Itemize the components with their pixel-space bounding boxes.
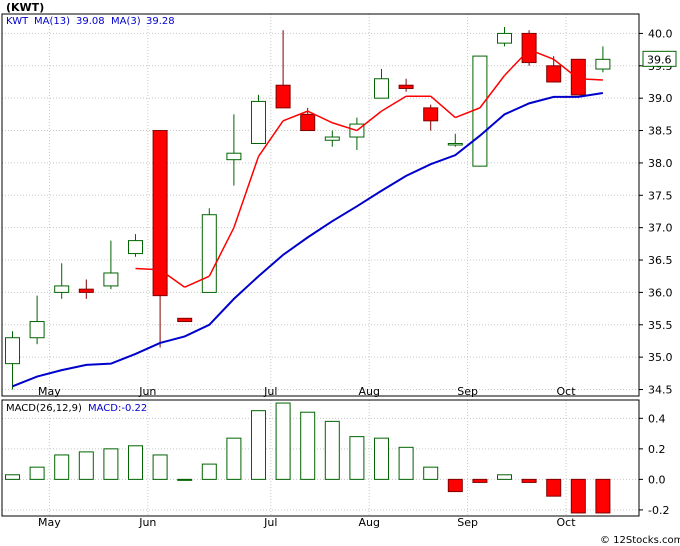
macd-bar [546,478,562,497]
price-tick-label: 39.0 [648,92,673,105]
macd-bar [54,454,70,480]
x-tick-label: May [38,385,61,398]
chart-title: (KWT) [6,1,44,14]
macd-bar [423,466,439,480]
price-tick-label: 35.0 [648,351,673,364]
price-tick-label: 37.0 [648,222,673,235]
current-price-badge: 39.6 [642,50,677,67]
macd-bar [152,454,168,480]
macd-bar [29,466,45,480]
x-tick-label: May [38,516,61,529]
candle [521,30,537,66]
candle-body [251,100,266,144]
macd-tick-label: 0.0 [648,473,666,486]
price-tick-label: 40.0 [648,27,673,40]
legend-ticker: KWT [6,16,29,27]
candle-body [5,337,20,365]
macd-tick-label: 0.4 [648,412,666,425]
macd-legend-value: MACD:-0.22 [88,403,147,414]
candle [251,94,266,144]
candle-body [128,240,143,255]
candle-body [472,55,488,167]
current-price-label: 39.6 [647,53,672,66]
price-tick-label: 36.5 [648,254,673,267]
price-tick-label: 35.5 [648,319,673,332]
x-tick-label: Jul [263,385,277,398]
candle-body [300,113,316,132]
candle-body [275,84,291,109]
legend-ma13-label: MA(13) [34,16,70,27]
macd-bar [78,451,94,480]
candle-body [177,317,193,323]
macd-bar [497,474,512,480]
candle-body [570,58,586,96]
candle-body [78,288,94,293]
price-tick-label: 37.5 [648,189,673,202]
legend-ma3-value: 39.28 [146,16,175,27]
candle-body [103,272,119,287]
x-tick-label: Jun [138,516,156,529]
x-tick-label: Oct [556,385,576,398]
candle-body [447,142,463,146]
macd-bar [324,420,340,480]
candle-body [497,32,512,44]
x-tick-label: Sep [457,516,478,529]
macd-bar [177,478,193,481]
candle-body [54,285,70,293]
price-tick-label: 36.0 [648,286,673,299]
candle-body [521,32,537,64]
price-tick-label: 34.5 [648,384,673,397]
macd-bar [398,446,414,480]
macd-bar [521,478,537,483]
x-tick-label: Aug [358,385,379,398]
candle-body [226,152,242,161]
macd-bar [226,437,242,480]
candle [472,55,488,167]
candle-body [546,65,562,83]
macd-bar [128,445,143,480]
x-tick-label: Sep [457,385,478,398]
candle [201,208,217,293]
candle-body [595,58,611,70]
candle-body [374,78,389,99]
candle [177,317,193,323]
macd-bar [201,463,217,480]
macd-bar [300,411,316,480]
candle-body [152,130,168,297]
macd-bar [472,478,488,483]
macd-bar [374,437,389,480]
macd-tick-label: -0.2 [648,504,669,517]
watermark: © 12Stocks.com [600,535,680,546]
price-tick-label: 38.0 [648,157,673,170]
x-tick-label: Oct [556,516,576,529]
macd-tick-label: 0.2 [648,443,666,456]
stock-chart: (KWT) 34.5 35.0 35.5 36.0 36.5 37.0 37.5 38.0 38… [0,0,680,546]
macd-bar [251,410,266,480]
candle-body [423,107,439,122]
macd-bar [275,402,291,480]
candle-body [324,136,340,141]
candle-body [201,214,217,293]
macd-bar [349,436,365,480]
legend-ma3-label: MA(3) [111,16,141,27]
x-tick-label: Aug [358,516,379,529]
macd-bar [103,448,119,480]
macd-bar [447,478,463,493]
x-tick-label: Jul [263,516,277,529]
candle [570,58,586,96]
macd-bar [5,474,20,480]
macd-bar [570,478,586,514]
price-tick-label: 38.5 [648,125,673,138]
legend-ma13-value: 39.08 [76,16,105,27]
candle-body [398,84,414,89]
candle-body [29,321,45,339]
x-tick-label: Jun [138,385,156,398]
macd-bar [595,478,611,514]
macd-legend-label: MACD(26,12,9) [6,403,82,414]
